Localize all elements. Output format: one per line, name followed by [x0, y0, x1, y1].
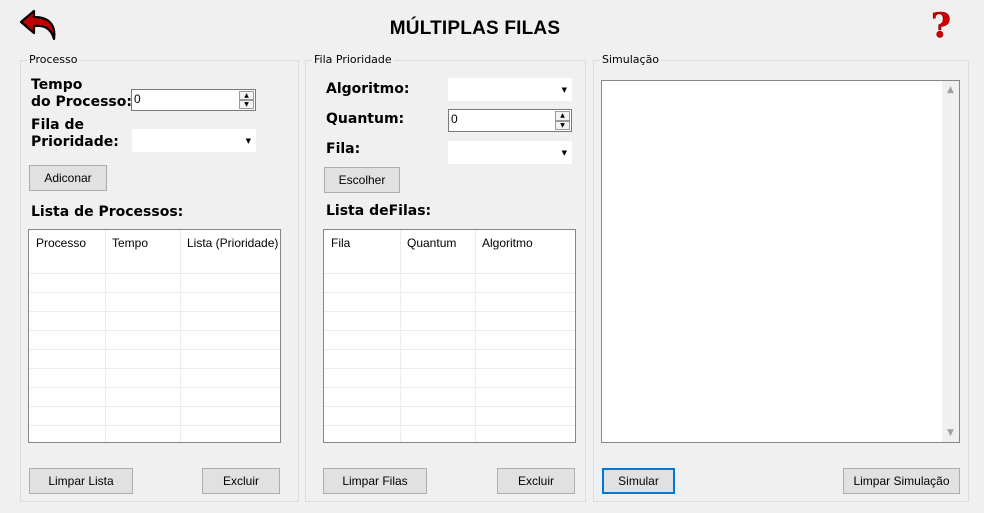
quantum-spinner[interactable]: 0 ▲ ▼: [448, 109, 572, 132]
algoritmo-label: Algoritmo:: [326, 81, 410, 97]
processo-legend: Processo: [27, 53, 80, 66]
limpar-filas-button[interactable]: Limpar Filas: [323, 468, 427, 494]
tempo-label-line1: Tempo: [31, 77, 83, 93]
simulacao-legend: Simulação: [600, 53, 662, 66]
lista-processos-title: Lista de Processos:: [31, 204, 184, 220]
column-header-processo[interactable]: Processo: [29, 230, 105, 273]
question-mark-icon[interactable]: ?: [926, 6, 956, 47]
chevron-down-icon: ▼: [245, 136, 251, 145]
quantum-value: 0: [451, 112, 458, 126]
fila-label: Fila:: [326, 141, 361, 157]
spin-up-icon[interactable]: ▲: [239, 91, 254, 100]
simulacao-output[interactable]: ▲ ▼: [601, 80, 960, 443]
page-title: MÚLTIPLAS FILAS: [389, 18, 561, 39]
adicionar-button[interactable]: Adiconar: [29, 165, 107, 191]
column-header-fila[interactable]: Fila: [324, 230, 400, 273]
limpar-simulacao-button[interactable]: Limpar Simulação: [843, 468, 960, 494]
tempo-spinner[interactable]: 0 ▲ ▼: [131, 89, 256, 111]
quantum-label: Quantum:: [326, 111, 405, 127]
column-header-tempo[interactable]: Tempo: [105, 230, 181, 273]
tempo-label-line2: do Processo:: [31, 94, 132, 110]
excluir-fila-button[interactable]: Excluir: [497, 468, 575, 494]
fila-prioridade-legend: Fila Prioridade: [312, 53, 394, 66]
svg-text:?: ?: [931, 6, 951, 44]
spin-down-icon[interactable]: ▼: [555, 120, 570, 130]
chevron-down-icon: ▼: [561, 148, 567, 157]
escolher-button[interactable]: Escolher: [324, 167, 400, 193]
tempo-value: 0: [134, 92, 141, 106]
filas-table[interactable]: Fila Quantum Algoritmo: [323, 229, 576, 443]
simular-button[interactable]: Simular: [602, 468, 675, 494]
fila-dropdown[interactable]: ▼: [448, 141, 572, 164]
excluir-processo-button[interactable]: Excluir: [202, 468, 280, 494]
fila-prioridade-label-line2: Prioridade:: [31, 134, 119, 150]
spin-up-icon[interactable]: ▲: [555, 111, 570, 121]
vertical-scrollbar[interactable]: ▲ ▼: [942, 81, 959, 442]
column-header-quantum[interactable]: Quantum: [400, 230, 475, 273]
column-header-algoritmo[interactable]: Algoritmo: [475, 230, 575, 273]
spin-down-icon[interactable]: ▼: [239, 100, 254, 109]
column-header-lista-prioridade[interactable]: Lista (Prioridade): [180, 230, 280, 273]
limpar-lista-button[interactable]: Limpar Lista: [29, 468, 133, 494]
processos-table[interactable]: Processo Tempo Lista (Prioridade): [28, 229, 281, 443]
scroll-down-icon[interactable]: ▼: [942, 428, 959, 438]
chevron-down-icon: ▼: [561, 85, 567, 94]
fila-prioridade-label-line1: Fila de: [31, 117, 84, 133]
fila-prioridade-dropdown[interactable]: ▼: [132, 129, 256, 152]
scroll-up-icon[interactable]: ▲: [942, 85, 959, 95]
lista-filas-title: Lista deFilas:: [326, 203, 432, 219]
algoritmo-dropdown[interactable]: ▼: [448, 78, 572, 101]
